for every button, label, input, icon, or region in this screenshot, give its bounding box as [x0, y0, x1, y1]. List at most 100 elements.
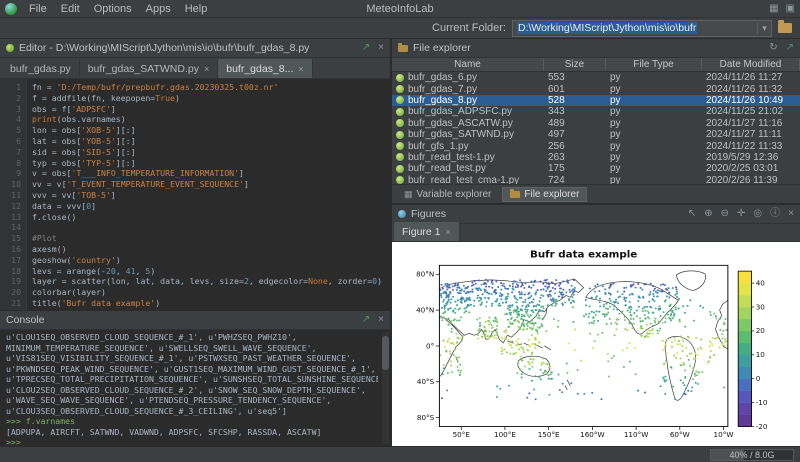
console-title: Console [6, 314, 45, 326]
file-explorer-actions: ↻ ↗ [769, 43, 794, 53]
file-row[interactable]: bufr_gdas_7.py601py2024/11/26 11:32 [392, 83, 800, 94]
file-row[interactable]: bufr_read_test.py175py2020/2/25 03:01 [392, 163, 800, 174]
editor-tab[interactable]: bufr_gdas_SATWND.py× [80, 59, 219, 78]
select-icon[interactable]: ↖ [688, 209, 696, 219]
file-explorer-title: File explorer [413, 42, 471, 54]
file-row[interactable]: bufr_gdas_ADPSFC.py343py2024/11/25 21:02 [392, 106, 800, 117]
console-scrollbar[interactable] [382, 332, 389, 444]
close-tab-icon[interactable]: × [446, 227, 451, 237]
close-tab-icon[interactable]: × [298, 64, 303, 74]
file-row[interactable]: bufr_read_test_cma-1.py724py2020/2/26 11… [392, 175, 800, 184]
svg-text:20: 20 [756, 327, 765, 335]
console-actions: ↗ × [362, 315, 384, 325]
refresh-icon[interactable]: ↻ [769, 43, 777, 53]
svg-text:10: 10 [756, 351, 765, 359]
float-panel-icon[interactable]: ↗ [786, 43, 794, 53]
column-header-name[interactable]: Name [392, 58, 544, 71]
file-table-header: NameSizeFile TypeDate Modified [392, 58, 800, 72]
file-row[interactable]: bufr_gdas_8.py528py2024/11/26 10:49 [392, 95, 800, 106]
column-header-file-type[interactable]: File Type [606, 58, 702, 71]
tab-variable-explorer[interactable]: ▦Variable explorer [396, 187, 499, 202]
full-extent-icon[interactable]: ◎ [753, 209, 762, 219]
svg-text:40°N: 40°N [416, 307, 434, 315]
menu-edit[interactable]: Edit [54, 2, 87, 16]
editor-tabs: bufr_gdas.pybufr_gdas_SATWND.py×bufr_gda… [0, 58, 390, 79]
svg-text:0: 0 [756, 375, 761, 383]
toolbar: Current Folder: D:\Working\MIScript\Jyth… [0, 18, 800, 39]
figure-canvas[interactable]: Bufr data example [392, 242, 800, 446]
editor-tab[interactable]: bufr_gdas_8...× [218, 59, 312, 78]
svg-text:40: 40 [756, 280, 765, 288]
menu-help[interactable]: Help [178, 2, 215, 16]
file-row[interactable]: bufr_read_test-1.py263py2019/5/29 12:36 [392, 152, 800, 163]
svg-text:40°S: 40°S [417, 378, 435, 386]
figures-title: Figures [411, 208, 446, 220]
float-panel-icon[interactable]: ↗ [362, 43, 370, 53]
console-panel: Console ↗ × u'CLOU1SEQ_OBSERVED_CLOUD_SE… [0, 310, 390, 446]
python-file-icon [396, 165, 404, 173]
tab-file-explorer[interactable]: File explorer [502, 187, 587, 202]
file-row[interactable]: bufr_gfs_1.py256py2024/11/22 11:33 [392, 140, 800, 151]
scrollbar-thumb[interactable] [382, 336, 389, 370]
figure-plot: Bufr data example [392, 242, 800, 446]
menu-bar: MeteoInfoLab FileEditOptionsAppsHelp ▦ ▣ [0, 0, 800, 18]
editor-actions: ↗ × [362, 43, 384, 53]
editor-body[interactable]: 123456789101112131415161718192021 fn = '… [0, 79, 390, 310]
layout-icon[interactable]: ▦ [769, 4, 778, 14]
file-table-body: bufr_gdas_6.py553py2024/11/26 11:27bufr_… [392, 72, 800, 184]
svg-text:0°: 0° [426, 342, 434, 350]
code-lines[interactable]: fn = 'D:/Temp/bufr/prepbufr.gdas.2023032… [27, 79, 390, 310]
column-header-size[interactable]: Size [544, 58, 606, 71]
svg-text:160°W: 160°W [580, 431, 605, 439]
python-file-icon [396, 74, 404, 82]
identify-icon[interactable]: ⓘ [770, 209, 780, 219]
file-row[interactable]: bufr_gdas_ASCATW.py489py2024/11/27 11:16 [392, 118, 800, 129]
memory-indicator[interactable]: 40% / 8.0G [710, 449, 794, 461]
float-panel-icon[interactable]: ↗ [362, 315, 370, 325]
close-panel-icon[interactable]: × [378, 315, 384, 325]
figures-actions: ↖ ⊕ ⊖ ✛ ◎ ⓘ × [688, 209, 794, 219]
menu-options[interactable]: Options [87, 2, 139, 16]
window-icon[interactable]: ▣ [786, 4, 795, 14]
zoom-in-icon[interactable]: ⊕ [704, 209, 712, 219]
status-bar: 40% / 8.0G [0, 446, 800, 462]
svg-text:60°W: 60°W [670, 431, 690, 439]
pan-icon[interactable]: ✛ [737, 209, 745, 219]
svg-text:10°W: 10°W [714, 431, 734, 439]
main-area: Editor - D:\Working\MIScript\Jython\mis\… [0, 39, 800, 446]
editor-tab[interactable]: bufr_gdas.py [2, 59, 80, 78]
editor-panel: Editor - D:\Working\MIScript\Jython\mis\… [0, 39, 390, 310]
app-logo-icon [5, 3, 17, 15]
folder-icon [398, 45, 408, 52]
close-panel-icon[interactable]: × [378, 43, 384, 53]
svg-text:100°E: 100°E [494, 431, 516, 439]
menubar-actions: ▦ ▣ [769, 4, 795, 14]
python-file-icon [396, 119, 404, 127]
editor-title: Editor - D:\Working\MIScript\Jython\mis\… [19, 42, 309, 54]
current-folder-combobox[interactable]: D:\Working\MIScript\Jython\mis\io\bufr ▾ [512, 20, 772, 37]
editor-gutter: 123456789101112131415161718192021 [0, 79, 27, 310]
current-folder-value: D:\Working\MIScript\Jython\mis\io\bufr [513, 22, 757, 34]
console-lines: u'CLOU1SEQ_OBSERVED_CLOUD_SEQUENCE_#_1',… [6, 332, 378, 446]
python-file-icon [396, 142, 404, 150]
file-row[interactable]: bufr_gdas_SATWND.py497py2024/11/27 11:11 [392, 129, 800, 140]
svg-text:30: 30 [756, 304, 765, 312]
browse-folder-button[interactable] [778, 23, 792, 33]
chevron-down-icon[interactable]: ▾ [757, 23, 771, 34]
editor-header: Editor - D:\Working\MIScript\Jython\mis\… [0, 39, 390, 58]
figure-tab[interactable]: Figure 1 × [394, 222, 460, 241]
file-explorer-header: File explorer ↻ ↗ [392, 39, 800, 58]
close-icon[interactable]: × [788, 209, 794, 219]
figure-tab-label: Figure 1 [402, 226, 441, 238]
file-row[interactable]: bufr_gdas_6.py553py2024/11/26 11:27 [392, 72, 800, 83]
zoom-out-icon[interactable]: ⊖ [721, 209, 729, 219]
menu-file[interactable]: File [22, 2, 54, 16]
menu-apps[interactable]: Apps [139, 2, 178, 16]
explorer-subtabs: ▦Variable explorerFile explorer [392, 184, 800, 203]
figures-panel: Figures ↖ ⊕ ⊖ ✛ ◎ ⓘ × Figure 1 × Bufr data exa… [392, 205, 800, 446]
console-output[interactable]: u'CLOU1SEQ_OBSERVED_CLOUD_SEQUENCE_#_1',… [0, 330, 390, 446]
column-header-date-modified[interactable]: Date Modified [702, 58, 800, 71]
figure-title: Bufr data example [530, 250, 637, 261]
close-tab-icon[interactable]: × [204, 64, 209, 74]
left-column: Editor - D:\Working\MIScript\Jython\mis\… [0, 39, 392, 446]
